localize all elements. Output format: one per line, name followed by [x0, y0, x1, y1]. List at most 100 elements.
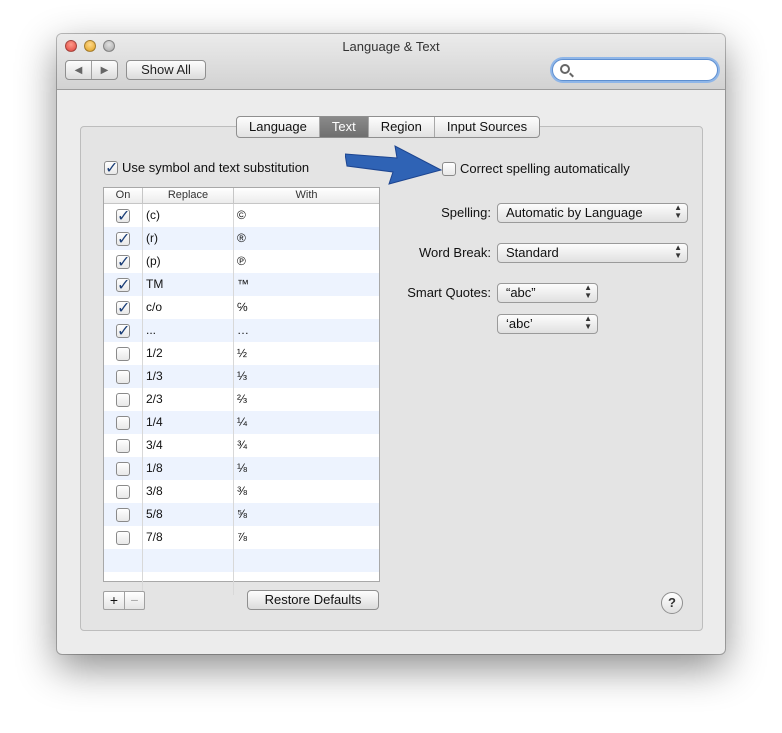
tab-text[interactable]: Text [318, 117, 368, 137]
row-replace-cell[interactable]: 3/4 [143, 434, 234, 457]
row-enabled-checkbox[interactable] [116, 392, 130, 407]
row-enabled-checkbox[interactable] [116, 530, 130, 545]
table-row[interactable]: 2/3 ⅔ [104, 388, 379, 411]
column-header-with[interactable]: With [234, 188, 379, 203]
table-row[interactable]: 3/4 ¾ [104, 434, 379, 457]
row-enabled-checkbox[interactable] [116, 229, 130, 248]
blue-arrow-annotation [345, 145, 443, 185]
row-replace-cell[interactable]: 7/8 [143, 526, 234, 549]
row-replace-cell[interactable]: 1/4 [143, 411, 234, 434]
single-quotes-popup[interactable]: ‘abc’ ▲ ▼ [497, 314, 598, 334]
row-with-cell[interactable]: ⅔ [234, 388, 379, 411]
title-bar: Language & Text ◀ ▶ Show All [57, 34, 725, 90]
row-replace-cell[interactable]: 2/3 [143, 388, 234, 411]
row-with-cell[interactable]: ½ [234, 342, 379, 365]
row-with-cell[interactable]: ¾ [234, 434, 379, 457]
preferences-window: Language & Text ◀ ▶ Show All Language Te… [57, 34, 725, 654]
row-enabled-checkbox[interactable] [116, 298, 130, 317]
row-replace-cell[interactable]: 5/8 [143, 503, 234, 526]
row-replace-cell[interactable]: (c) [143, 204, 234, 227]
use-substitution-option[interactable]: Use symbol and text substitution [104, 158, 309, 177]
table-row[interactable]: 7/8 ⅞ [104, 526, 379, 549]
row-with-cell[interactable]: ™ [234, 273, 379, 296]
remove-button[interactable]: − [124, 592, 144, 609]
column-header-replace[interactable]: Replace [143, 188, 234, 203]
spelling-popup[interactable]: Automatic by Language ▲ ▼ [497, 203, 688, 223]
smart-quotes-label: Smart Quotes: [407, 285, 491, 300]
row-with-cell[interactable]: … [234, 319, 379, 342]
table-row[interactable]: ...… [104, 319, 379, 342]
row-replace-cell[interactable]: 1/2 [143, 342, 234, 365]
row-with-cell[interactable]: ⅞ [234, 526, 379, 549]
tab-language[interactable]: Language [237, 117, 319, 137]
row-with-cell[interactable]: ® [234, 227, 379, 250]
add-button[interactable]: + [104, 592, 124, 609]
forward-icon[interactable]: ▶ [91, 61, 117, 79]
tab-region[interactable]: Region [367, 117, 434, 137]
row-replace-cell[interactable]: ... [143, 319, 234, 342]
row-with-cell[interactable]: ⅓ [234, 365, 379, 388]
table-row[interactable]: (p)℗ [104, 250, 379, 273]
back-icon[interactable]: ◀ [66, 61, 91, 79]
table-row[interactable]: TM™ [104, 273, 379, 296]
tab-input-sources[interactable]: Input Sources [433, 117, 539, 137]
row-replace-cell[interactable] [143, 572, 234, 595]
row-replace-cell[interactable]: c/o [143, 296, 234, 319]
use-substitution-checkbox[interactable] [104, 158, 118, 177]
row-replace-cell[interactable]: TM [143, 273, 234, 296]
spelling-value: Automatic by Language [506, 205, 643, 220]
row-enabled-checkbox[interactable] [116, 438, 130, 453]
table-row[interactable]: 1/3 ⅓ [104, 365, 379, 388]
row-enabled-checkbox[interactable] [116, 484, 130, 499]
search-input[interactable] [575, 62, 711, 78]
table-row[interactable]: 1/8 ⅛ [104, 457, 379, 480]
column-header-on[interactable]: On [104, 188, 143, 203]
row-replace-cell[interactable] [143, 549, 234, 572]
row-enabled-checkbox[interactable] [116, 321, 130, 340]
help-button[interactable]: ? [661, 592, 683, 614]
correct-spelling-option[interactable]: Correct spelling automatically [442, 161, 630, 176]
row-replace-cell[interactable]: (p) [143, 250, 234, 273]
row-enabled-checkbox[interactable] [116, 461, 130, 476]
row-with-cell[interactable]: ℗ [234, 250, 379, 273]
table-row[interactable]: 1/4 ¼ [104, 411, 379, 434]
show-all-button[interactable]: Show All [126, 60, 206, 80]
row-enabled-checkbox[interactable] [116, 252, 130, 271]
double-quotes-popup[interactable]: “abc” ▲ ▼ [497, 283, 598, 303]
row-on-cell [104, 457, 143, 480]
row-enabled-checkbox[interactable] [116, 206, 130, 225]
word-break-label: Word Break: [418, 245, 491, 260]
row-enabled-checkbox[interactable] [116, 507, 130, 522]
row-with-cell[interactable]: ⅝ [234, 503, 379, 526]
row-replace-cell[interactable]: 1/8 [143, 457, 234, 480]
correct-spelling-checkbox[interactable] [442, 161, 456, 176]
restore-defaults-button[interactable]: Restore Defaults [247, 590, 379, 610]
row-enabled-checkbox[interactable] [116, 346, 130, 361]
row-with-cell[interactable]: ⅛ [234, 457, 379, 480]
row-enabled-checkbox[interactable] [116, 415, 130, 430]
row-with-cell[interactable]: ℅ [234, 296, 379, 319]
search-field[interactable] [552, 59, 718, 81]
single-quotes-value: ‘abc’ [506, 316, 533, 331]
row-with-cell[interactable]: ⅜ [234, 480, 379, 503]
search-icon [560, 64, 570, 74]
row-on-cell [104, 503, 143, 526]
row-replace-cell[interactable]: 1/3 [143, 365, 234, 388]
row-replace-cell[interactable]: (r) [143, 227, 234, 250]
table-row[interactable]: (c)© [104, 204, 379, 227]
row-with-cell[interactable] [234, 549, 379, 572]
row-enabled-checkbox[interactable] [116, 369, 130, 384]
row-enabled-checkbox[interactable] [116, 275, 130, 294]
table-row[interactable]: 5/8 ⅝ [104, 503, 379, 526]
row-with-cell[interactable]: © [234, 204, 379, 227]
table-row[interactable]: (r)® [104, 227, 379, 250]
table-row[interactable]: 3/8 ⅜ [104, 480, 379, 503]
updown-arrows-icon: ▲ ▼ [674, 203, 682, 220]
row-on-cell [104, 296, 143, 319]
row-replace-cell[interactable]: 3/8 [143, 480, 234, 503]
table-row[interactable]: c/o℅ [104, 296, 379, 319]
table-row[interactable]: 1/2 ½ [104, 342, 379, 365]
table-row[interactable] [104, 549, 379, 572]
row-with-cell[interactable]: ¼ [234, 411, 379, 434]
word-break-popup[interactable]: Standard ▲ ▼ [497, 243, 688, 263]
